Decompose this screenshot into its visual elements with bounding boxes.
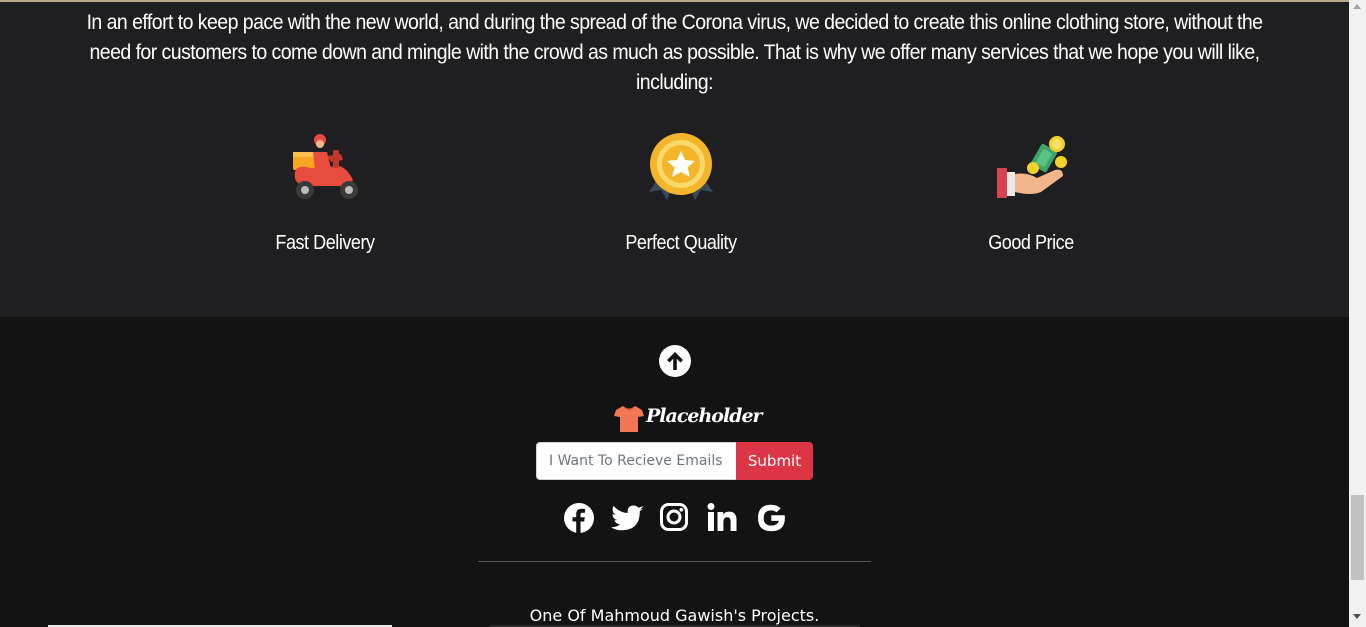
google-icon[interactable] <box>755 502 787 534</box>
about-paragraph: In an effort to keep pace with the new w… <box>86 11 1263 94</box>
submit-button[interactable]: Submit <box>736 442 813 480</box>
logo-text: Placeholder <box>646 405 763 427</box>
feature-fast-delivery: Fast Delivery <box>225 130 425 255</box>
feature-good-price: Good Price <box>931 130 1131 255</box>
scroll-down-arrow-icon[interactable] <box>1353 614 1361 619</box>
footer: Placeholder Submit <box>0 317 1349 627</box>
scrollbar-thumb[interactable] <box>1351 495 1364 580</box>
about-section: In an effort to keep pace with the new w… <box>0 2 1349 317</box>
delivery-scooter-icon <box>293 134 358 199</box>
email-field[interactable] <box>536 442 736 480</box>
quality-medal-icon <box>649 133 713 200</box>
back-to-top-button[interactable] <box>659 345 691 377</box>
linkedin-icon[interactable] <box>707 502 739 534</box>
credit-text: One Of Mahmoud Gawish's Projects. <box>529 606 820 625</box>
newsletter-form: Submit <box>536 442 813 480</box>
vertical-scrollbar[interactable] <box>1349 0 1366 627</box>
site-logo[interactable]: Placeholder <box>614 404 763 434</box>
arrow-up-circle-icon <box>667 352 683 370</box>
feature-label: Good Price <box>988 232 1074 254</box>
feature-perfect-quality: Perfect Quality <box>581 130 781 255</box>
shirt-icon <box>614 406 644 432</box>
feature-label: Fast Delivery <box>275 232 375 254</box>
twitter-icon[interactable] <box>611 502 644 534</box>
social-links <box>563 501 787 535</box>
footer-divider <box>478 561 871 562</box>
feature-label: Perfect Quality <box>625 232 737 254</box>
scroll-up-arrow-icon[interactable] <box>1353 4 1361 9</box>
instagram-icon[interactable] <box>659 502 691 534</box>
money-hand-icon <box>997 136 1067 198</box>
facebook-icon[interactable] <box>563 502 595 534</box>
